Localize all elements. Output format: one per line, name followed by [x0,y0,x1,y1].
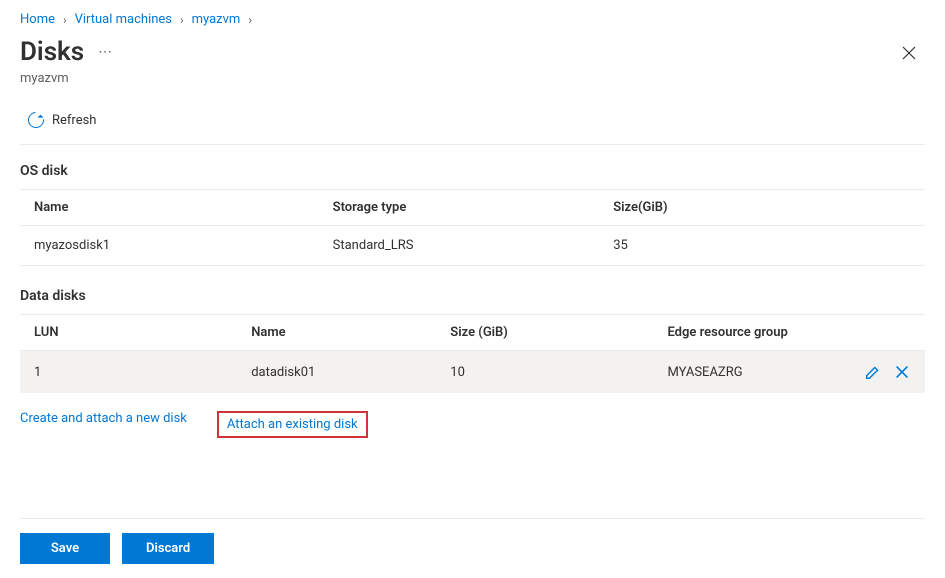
page-title: Disks [20,37,84,67]
toolbar: Refresh [20,102,925,145]
table-row[interactable]: myazosdisk1 Standard_LRS 35 [20,226,925,266]
cell-lun: 1 [20,351,237,394]
col-size: Size(GiB) [599,190,925,226]
data-disks-section-title: Data disks [20,288,925,304]
cell-erg: MYASEAZRG [653,351,841,394]
breadcrumb-virtual-machines[interactable]: Virtual machines [75,12,172,27]
col-name: Name [237,315,436,351]
col-storage-type: Storage type [319,190,600,226]
cell-name: datadisk01 [237,351,436,394]
os-disk-table: Name Storage type Size(GiB) myazosdisk1 … [20,189,925,266]
refresh-label: Refresh [52,113,96,128]
attach-existing-disk-link[interactable]: Attach an existing disk [227,417,358,432]
chevron-right-icon: › [63,13,67,27]
col-size: Size (GiB) [436,315,653,351]
refresh-button[interactable]: Refresh [20,108,104,132]
breadcrumb-myazvm[interactable]: myazvm [192,12,241,27]
delete-icon[interactable] [893,363,911,381]
chevron-right-icon: › [180,13,184,27]
row-actions [842,351,925,394]
breadcrumb: Home › Virtual machines › myazvm › [20,12,925,27]
disk-action-links: Create and attach a new disk Attach an e… [20,411,925,438]
col-lun: LUN [20,315,237,351]
chevron-right-icon: › [248,13,252,27]
save-button[interactable]: Save [20,533,110,564]
close-icon[interactable] [893,37,925,69]
col-erg: Edge resource group [653,315,841,351]
page-subtitle: myazvm [20,71,925,86]
edit-icon[interactable] [864,363,882,381]
data-disks-table: LUN Name Size (GiB) Edge resource group … [20,314,925,393]
cell-storage-type: Standard_LRS [319,226,600,266]
more-actions-icon[interactable]: ⋯ [94,40,116,64]
footer: Save Discard [20,518,925,564]
table-row[interactable]: 1 datadisk01 10 MYASEAZRG [20,351,925,394]
refresh-icon [25,109,48,132]
attach-existing-highlight: Attach an existing disk [217,411,368,438]
cell-size: 10 [436,351,653,394]
col-name: Name [20,190,319,226]
discard-button[interactable]: Discard [122,533,214,564]
cell-name: myazosdisk1 [20,226,319,266]
cell-size: 35 [599,226,925,266]
create-attach-new-disk-link[interactable]: Create and attach a new disk [20,411,187,438]
os-disk-section-title: OS disk [20,163,925,179]
breadcrumb-home[interactable]: Home [20,12,55,27]
